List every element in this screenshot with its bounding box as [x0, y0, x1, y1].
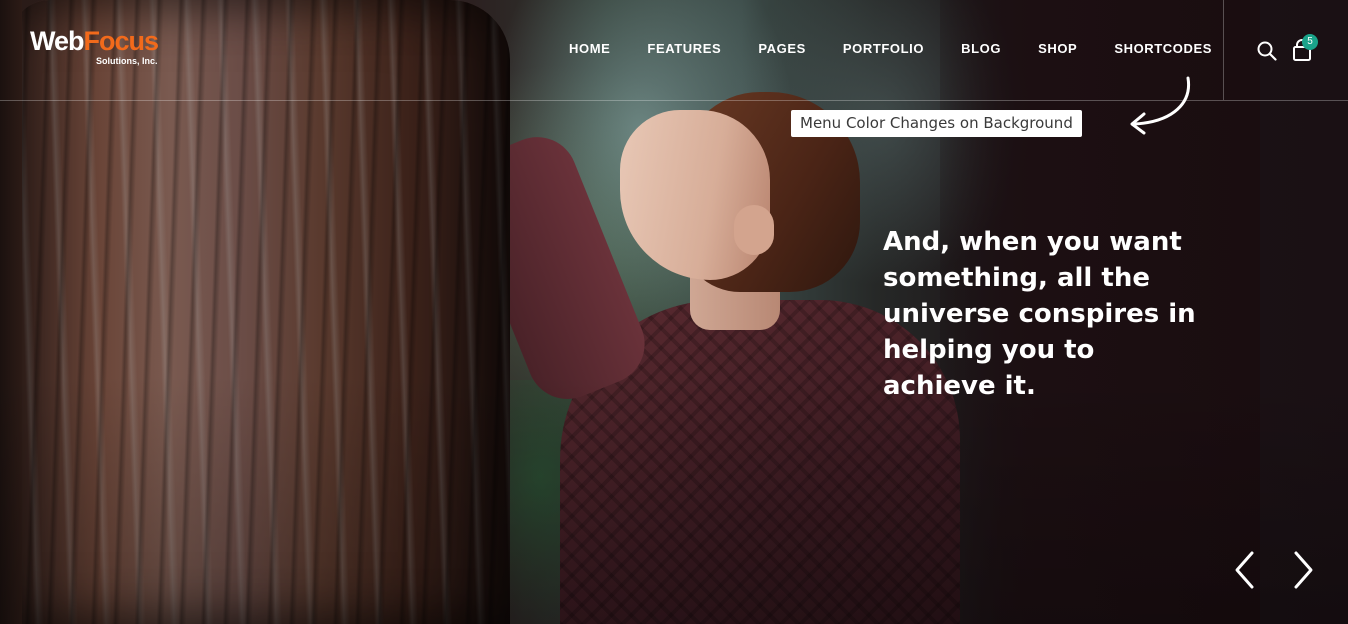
logo-tagline: Solutions, Inc. [96, 56, 158, 66]
menu-color-annotation: Menu Color Changes on Background [791, 110, 1082, 137]
logo-wordmark: WebFocus [30, 26, 160, 56]
nav-item-pages[interactable]: PAGES [737, 38, 822, 60]
hero-quote: And, when you want something, all the un… [883, 227, 1196, 401]
curved-arrow-icon [1120, 74, 1200, 136]
site-logo[interactable]: WebFocus Solutions, Inc. [30, 26, 170, 72]
logo-focus-text: Focus [83, 26, 160, 56]
nav-item-portfolio[interactable]: PORTFOLIO [822, 38, 940, 60]
logo-web-text: Web [30, 26, 85, 56]
search-icon[interactable] [1256, 40, 1278, 62]
nav-item-shop[interactable]: SHOP [1017, 38, 1093, 60]
nav-item-shortcodes[interactable]: SHORTCODES [1093, 38, 1228, 60]
main-navigation: HOME FEATURES PAGES PORTFOLIO BLOG SHOP … [548, 38, 1228, 60]
cart-count-badge: 5 [1302, 34, 1318, 50]
header-divider [1223, 0, 1224, 100]
nav-item-features[interactable]: FEATURES [626, 38, 737, 60]
chevron-right-icon[interactable] [1292, 550, 1316, 590]
nav-item-home[interactable]: HOME [548, 38, 626, 60]
chevron-left-icon[interactable] [1232, 550, 1256, 590]
nav-item-blog[interactable]: BLOG [940, 38, 1017, 60]
